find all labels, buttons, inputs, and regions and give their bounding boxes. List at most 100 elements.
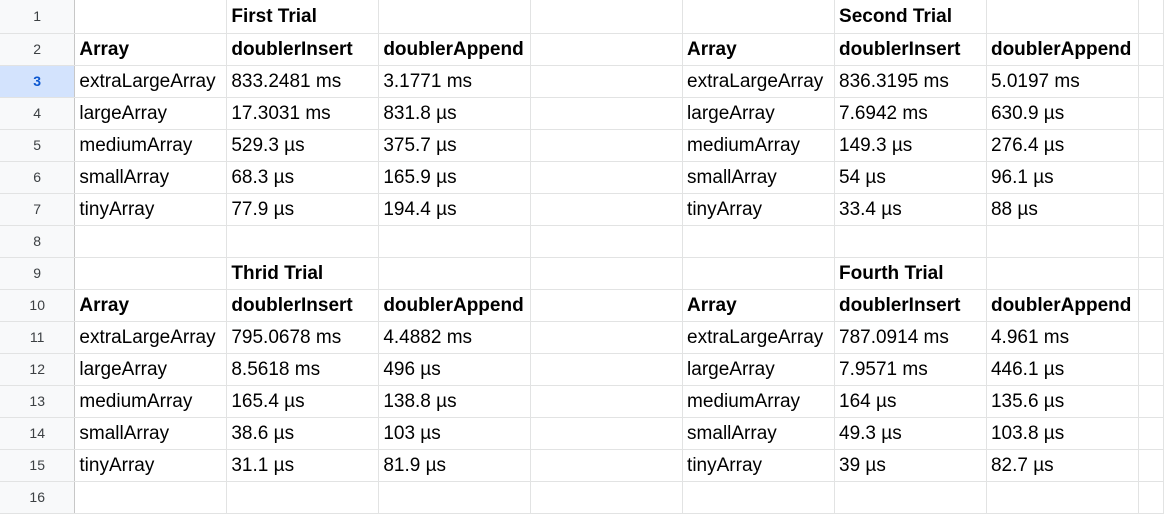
row-header[interactable]: 13 bbox=[0, 385, 76, 418]
cell[interactable] bbox=[530, 97, 684, 130]
cell[interactable] bbox=[74, 225, 228, 258]
value-cell[interactable]: 54 µs bbox=[834, 161, 987, 194]
array-name-cell[interactable]: largeArray bbox=[74, 97, 228, 130]
cell[interactable] bbox=[1138, 129, 1164, 162]
cell[interactable] bbox=[1138, 257, 1164, 290]
array-name-cell[interactable]: extraLargeArray bbox=[682, 321, 836, 354]
value-cell[interactable]: 96.1 µs bbox=[986, 161, 1139, 194]
column-header-cell[interactable]: Array bbox=[74, 33, 228, 66]
cell[interactable] bbox=[682, 257, 836, 290]
value-cell[interactable]: 39 µs bbox=[834, 449, 987, 482]
value-cell[interactable]: 795.0678 ms bbox=[226, 321, 380, 354]
row-header[interactable]: 14 bbox=[0, 417, 76, 450]
cell[interactable] bbox=[1138, 321, 1164, 354]
cell[interactable] bbox=[530, 161, 684, 194]
row-header[interactable]: 8 bbox=[0, 225, 76, 258]
cell[interactable] bbox=[530, 65, 684, 98]
cell[interactable] bbox=[226, 481, 380, 514]
value-cell[interactable]: 38.6 µs bbox=[226, 417, 380, 450]
column-header-cell[interactable]: doublerInsert bbox=[834, 289, 987, 322]
row-header[interactable]: 10 bbox=[0, 289, 76, 322]
value-cell[interactable]: 103 µs bbox=[378, 417, 532, 450]
row-header[interactable]: 6 bbox=[0, 161, 76, 194]
cell[interactable] bbox=[530, 481, 684, 514]
row-header[interactable]: 15 bbox=[0, 449, 76, 482]
cell[interactable] bbox=[226, 225, 380, 258]
value-cell[interactable]: 149.3 µs bbox=[834, 129, 987, 162]
value-cell[interactable]: 194.4 µs bbox=[378, 193, 532, 226]
cell[interactable] bbox=[1138, 353, 1164, 386]
value-cell[interactable]: 17.3031 ms bbox=[226, 97, 380, 130]
value-cell[interactable]: 375.7 µs bbox=[378, 129, 532, 162]
array-name-cell[interactable]: mediumArray bbox=[74, 385, 228, 418]
array-name-cell[interactable]: smallArray bbox=[74, 417, 228, 450]
value-cell[interactable]: 5.0197 ms bbox=[986, 65, 1139, 98]
value-cell[interactable]: 165.9 µs bbox=[378, 161, 532, 194]
column-header-cell[interactable]: doublerInsert bbox=[226, 33, 380, 66]
array-name-cell[interactable]: extraLargeArray bbox=[682, 65, 836, 98]
value-cell[interactable]: 4.4882 ms bbox=[378, 321, 532, 354]
value-cell[interactable]: 3.1771 ms bbox=[378, 65, 532, 98]
column-header-cell[interactable]: doublerInsert bbox=[834, 33, 987, 66]
cell[interactable] bbox=[1138, 481, 1164, 514]
value-cell[interactable]: 103.8 µs bbox=[986, 417, 1139, 450]
row-header[interactable]: 11 bbox=[0, 321, 76, 354]
array-name-cell[interactable]: largeArray bbox=[682, 353, 836, 386]
trial-title-cell[interactable]: Fourth Trial bbox=[834, 257, 987, 290]
cell[interactable] bbox=[378, 225, 532, 258]
array-name-cell[interactable]: smallArray bbox=[682, 417, 836, 450]
value-cell[interactable]: 82.7 µs bbox=[986, 449, 1139, 482]
cell[interactable] bbox=[530, 289, 684, 322]
array-name-cell[interactable]: tinyArray bbox=[74, 449, 228, 482]
row-header[interactable]: 9 bbox=[0, 257, 76, 290]
cell[interactable] bbox=[986, 257, 1139, 290]
array-name-cell[interactable]: tinyArray bbox=[682, 449, 836, 482]
cell[interactable] bbox=[1138, 417, 1164, 450]
cell[interactable] bbox=[1138, 225, 1164, 258]
cell[interactable] bbox=[986, 481, 1139, 514]
array-name-cell[interactable]: extraLargeArray bbox=[74, 65, 228, 98]
cell[interactable] bbox=[74, 0, 228, 34]
cell[interactable] bbox=[682, 225, 836, 258]
column-header-cell[interactable]: doublerAppend bbox=[986, 33, 1139, 66]
value-cell[interactable]: 165.4 µs bbox=[226, 385, 380, 418]
trial-title-cell[interactable]: First Trial bbox=[226, 0, 380, 34]
cell[interactable] bbox=[986, 225, 1139, 258]
cell[interactable] bbox=[378, 0, 532, 34]
cell[interactable] bbox=[530, 225, 684, 258]
cell[interactable] bbox=[530, 353, 684, 386]
value-cell[interactable]: 4.961 ms bbox=[986, 321, 1139, 354]
value-cell[interactable]: 138.8 µs bbox=[378, 385, 532, 418]
cell[interactable] bbox=[530, 193, 684, 226]
row-header[interactable]: 5 bbox=[0, 129, 76, 162]
cell[interactable] bbox=[530, 33, 684, 66]
cell[interactable] bbox=[378, 481, 532, 514]
cell[interactable] bbox=[1138, 385, 1164, 418]
cell[interactable] bbox=[530, 321, 684, 354]
value-cell[interactable]: 81.9 µs bbox=[378, 449, 532, 482]
array-name-cell[interactable]: largeArray bbox=[74, 353, 228, 386]
array-name-cell[interactable]: mediumArray bbox=[682, 129, 836, 162]
cell[interactable] bbox=[1138, 65, 1164, 98]
value-cell[interactable]: 836.3195 ms bbox=[834, 65, 987, 98]
cell[interactable] bbox=[834, 481, 987, 514]
cell[interactable] bbox=[530, 417, 684, 450]
cell[interactable] bbox=[682, 481, 836, 514]
value-cell[interactable]: 630.9 µs bbox=[986, 97, 1139, 130]
row-header[interactable]: 16 bbox=[0, 481, 76, 514]
row-header[interactable]: 7 bbox=[0, 193, 76, 226]
array-name-cell[interactable]: smallArray bbox=[682, 161, 836, 194]
array-name-cell[interactable]: mediumArray bbox=[682, 385, 836, 418]
row-header-selected[interactable]: 3 bbox=[0, 65, 76, 98]
cell[interactable] bbox=[530, 385, 684, 418]
cell[interactable] bbox=[1138, 193, 1164, 226]
value-cell[interactable]: 8.5618 ms bbox=[226, 353, 380, 386]
array-name-cell[interactable]: smallArray bbox=[74, 161, 228, 194]
value-cell[interactable]: 68.3 µs bbox=[226, 161, 380, 194]
array-name-cell[interactable]: mediumArray bbox=[74, 129, 228, 162]
column-header-cell[interactable]: doublerAppend bbox=[378, 33, 532, 66]
column-header-cell[interactable]: Array bbox=[682, 289, 836, 322]
row-header[interactable]: 1 bbox=[0, 0, 76, 34]
value-cell[interactable]: 529.3 µs bbox=[226, 129, 380, 162]
trial-title-cell[interactable]: Thrid Trial bbox=[226, 257, 380, 290]
